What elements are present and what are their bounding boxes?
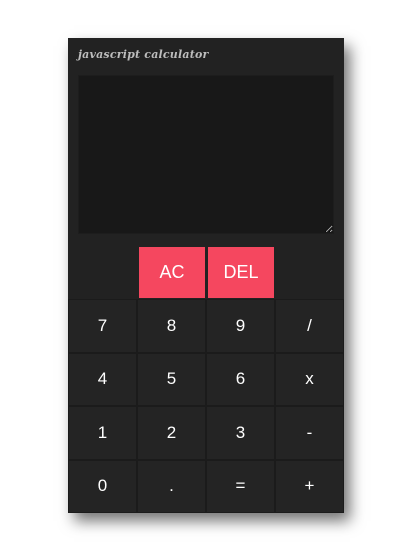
delete-button[interactable]: DEL	[208, 247, 274, 298]
calculator-panel: javascript calculator AC DEL 7 8 9 / 4 5…	[68, 38, 344, 513]
key-5[interactable]: 5	[137, 352, 206, 406]
key-divide[interactable]: /	[275, 299, 344, 353]
key-4[interactable]: 4	[68, 352, 137, 406]
key-add[interactable]: +	[275, 459, 344, 513]
keypad: 7 8 9 / 4 5 6 x 1 2 3 - 0 . = +	[68, 299, 344, 513]
key-subtract[interactable]: -	[275, 406, 344, 460]
clear-button[interactable]: AC	[139, 247, 205, 298]
control-row: AC DEL	[68, 247, 344, 299]
key-equals[interactable]: =	[206, 459, 275, 513]
key-9[interactable]: 9	[206, 299, 275, 353]
key-6[interactable]: 6	[206, 352, 275, 406]
key-3[interactable]: 3	[206, 406, 275, 460]
key-2[interactable]: 2	[137, 406, 206, 460]
key-0[interactable]: 0	[68, 459, 137, 513]
key-decimal[interactable]: .	[137, 459, 206, 513]
key-8[interactable]: 8	[137, 299, 206, 353]
display-textarea[interactable]	[78, 75, 334, 234]
key-7[interactable]: 7	[68, 299, 137, 353]
key-multiply[interactable]: x	[275, 352, 344, 406]
key-1[interactable]: 1	[68, 406, 137, 460]
app-title: javascript calculator	[78, 48, 209, 61]
